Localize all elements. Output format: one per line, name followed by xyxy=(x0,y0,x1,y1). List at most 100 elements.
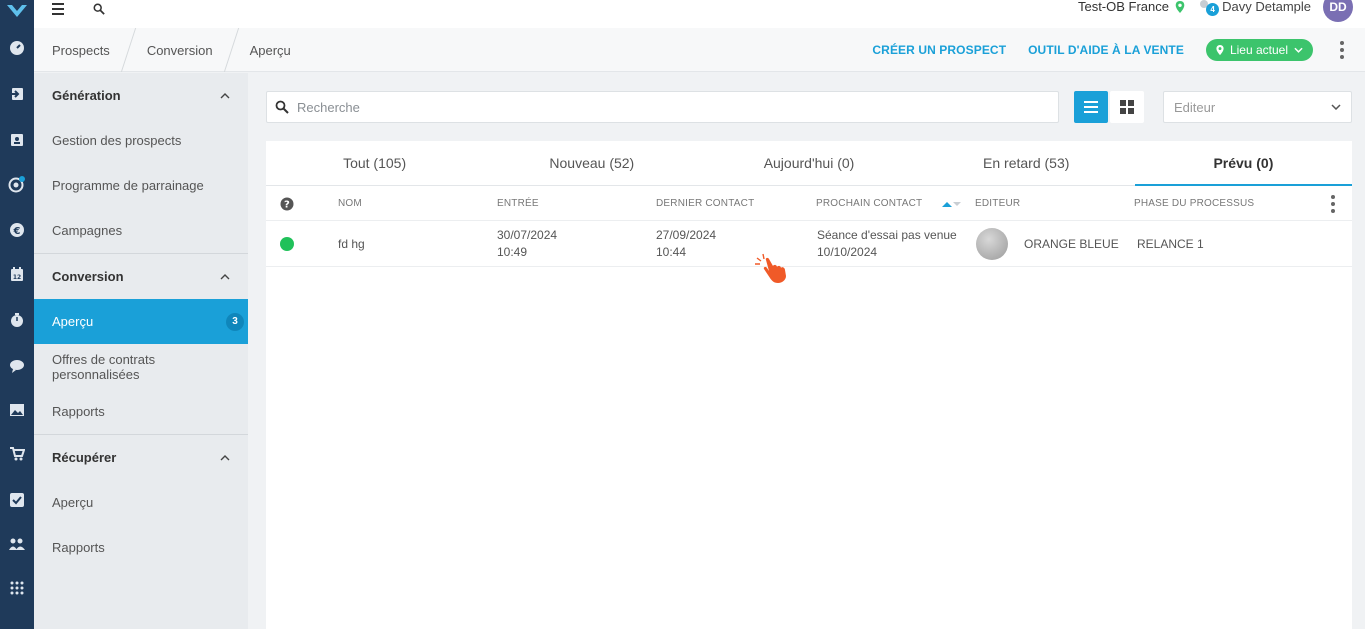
tab-en-retard[interactable]: En retard (53) xyxy=(918,141,1135,185)
breadcrumb-apercu: Aperçu xyxy=(249,42,291,58)
grid-view-button[interactable] xyxy=(1110,91,1144,123)
grid-icon xyxy=(1120,100,1134,114)
prospect-name[interactable]: fd hg xyxy=(338,221,365,267)
grid-dots-icon[interactable] xyxy=(0,576,34,600)
image-icon[interactable] xyxy=(0,398,34,422)
chat-icon[interactable] xyxy=(0,354,34,378)
calendar-icon[interactable]: 12 xyxy=(0,262,34,286)
sidebar-item-offres-contrats[interactable]: Offres de contrats personnalisées xyxy=(34,344,248,389)
chevron-up-icon xyxy=(220,454,230,460)
tab-tout[interactable]: Tout (105) xyxy=(266,141,483,185)
chevron-up-icon xyxy=(220,92,230,98)
editor-filter-placeholder: Editeur xyxy=(1174,99,1216,115)
editor-avatar xyxy=(976,221,1008,267)
login-icon[interactable] xyxy=(0,82,34,106)
help-icon[interactable]: ? xyxy=(280,186,294,221)
sidebar-item-apercu-conversion[interactable]: Aperçu 3 xyxy=(34,299,248,344)
sidebar-group-generation[interactable]: Génération xyxy=(34,73,248,118)
sidebar-group-recuperer[interactable]: Récupérer xyxy=(34,435,248,480)
euro-icon[interactable]: € xyxy=(0,218,34,242)
column-header-nom[interactable]: NOM xyxy=(338,186,362,221)
location-pill[interactable]: Lieu actuel xyxy=(1205,39,1313,61)
table-header: ? NOM ENTRÉE DERNIER CONTACT PROCHAIN CO… xyxy=(266,186,1352,221)
last-contact-time: 10:44 xyxy=(656,245,687,259)
sidebar-group-conversion[interactable]: Conversion xyxy=(34,254,248,299)
breadcrumb: Prospects Conversion Aperçu xyxy=(34,28,309,72)
column-header-phase[interactable]: PHASE DU PROCESSUS xyxy=(1134,186,1254,221)
svg-text:?: ? xyxy=(284,199,290,210)
status-tabs: Tout (105) Nouveau (52) Aujourd'hui (0) … xyxy=(266,141,1353,186)
breadcrumb-conversion[interactable]: Conversion xyxy=(129,28,231,72)
notifications-badge: 4 xyxy=(1206,3,1220,16)
breadcrumb-prospects[interactable]: Prospects xyxy=(34,28,128,72)
contacts-icon[interactable] xyxy=(0,128,34,152)
next-contact: Séance d'essai pas venue 10/10/2024 xyxy=(817,221,957,267)
sidebar-item-label: Programme de parrainage xyxy=(52,178,204,193)
column-header-editeur[interactable]: EDITEUR xyxy=(975,186,1020,221)
notifications-icon[interactable]: 4 xyxy=(1196,0,1220,16)
sidebar-item-label: Offres de contrats personnalisées xyxy=(52,351,156,382)
sidebar-item-label: Aperçu xyxy=(52,314,94,329)
checkbox-icon[interactable] xyxy=(0,488,34,512)
target-icon[interactable] xyxy=(0,172,34,196)
table-row[interactable]: fd hg 30/07/2024 10:49 27/09/2024 10:44 … xyxy=(266,221,1352,267)
prospects-panel: Tout (105) Nouveau (52) Aujourd'hui (0) … xyxy=(266,141,1353,629)
search-icon xyxy=(275,100,289,114)
tab-aujourdhui[interactable]: Aujourd'hui (0) xyxy=(700,141,917,185)
svg-text:€: € xyxy=(13,226,21,237)
map-pin-icon xyxy=(1175,1,1185,13)
sidebar-group-label: Récupérer xyxy=(52,450,117,465)
sidebar-item-rapports-recuperer[interactable]: Rapports xyxy=(34,525,248,570)
sidebar-group-label: Génération xyxy=(52,88,121,103)
column-header-entree[interactable]: ENTRÉE xyxy=(497,186,539,221)
chevron-up-icon xyxy=(220,273,230,279)
sales-tool-button[interactable]: OUTIL D'AIDE À LA VENTE xyxy=(1028,43,1184,57)
click-cursor-icon xyxy=(755,253,786,283)
list-icon xyxy=(1084,101,1098,113)
sidebar-item-gestion-prospects[interactable]: Gestion des prospects xyxy=(34,118,248,163)
editor-filter-select[interactable]: Editeur xyxy=(1163,91,1352,123)
sort-ascending-icon[interactable] xyxy=(942,186,962,221)
entry-datetime: 30/07/2024 10:49 xyxy=(497,221,557,267)
dashboard-icon[interactable] xyxy=(0,36,34,60)
next-contact-title: Séance d'essai pas venue xyxy=(817,228,957,242)
chevron-down-icon xyxy=(1294,47,1303,53)
sidebar-item-label: Aperçu xyxy=(52,495,94,510)
create-prospect-button[interactable]: CRÉER UN PROSPECT xyxy=(872,43,1006,57)
user-name: Davy Detample xyxy=(1222,0,1311,14)
entry-time: 10:49 xyxy=(497,245,528,259)
editor-name: ORANGE BLEUE xyxy=(1024,236,1119,251)
app-rail: € 12 xyxy=(0,0,34,629)
cart-icon[interactable] xyxy=(0,442,34,466)
sidebar-item-campagnes[interactable]: Campagnes xyxy=(34,208,248,253)
sidebar: Génération Gestion des prospects Program… xyxy=(34,73,248,629)
sidebar-item-rapports-conversion[interactable]: Rapports xyxy=(34,389,248,434)
current-location[interactable]: Test-OB France xyxy=(1078,0,1185,14)
sidebar-item-apercu-recuperer[interactable]: Aperçu xyxy=(34,480,248,525)
hamburger-menu-icon[interactable] xyxy=(52,3,70,21)
location-pill-label: Lieu actuel xyxy=(1229,43,1288,57)
header-actions: CRÉER UN PROSPECT OUTIL D'AIDE À LA VENT… xyxy=(872,28,1345,72)
search-box[interactable] xyxy=(266,91,1059,123)
more-options-icon[interactable] xyxy=(1339,41,1345,59)
column-options-icon[interactable] xyxy=(1330,186,1336,221)
sidebar-item-label: Rapports xyxy=(52,404,105,419)
column-header-dernier-contact[interactable]: DERNIER CONTACT xyxy=(656,186,754,221)
logo-icon[interactable] xyxy=(0,0,34,22)
top-bar: Test-OB France 4 Davy Detample DD xyxy=(34,0,1365,28)
tab-prevu[interactable]: Prévu (0) xyxy=(1134,141,1353,186)
search-input[interactable] xyxy=(297,99,997,115)
column-header-prochain-contact[interactable]: PROCHAIN CONTACT xyxy=(816,186,922,221)
next-contact-date: 10/10/2024 xyxy=(817,245,878,259)
list-view-button[interactable] xyxy=(1074,91,1108,123)
users-icon[interactable] xyxy=(0,532,34,556)
user-menu[interactable]: 4 Davy Detample xyxy=(1196,0,1311,16)
search-icon[interactable] xyxy=(92,3,110,21)
entry-date: 30/07/2024 xyxy=(497,228,558,242)
main-content: Editeur Tout (105) Nouveau (52) Aujourd'… xyxy=(248,73,1365,629)
avatar[interactable]: DD xyxy=(1323,0,1353,22)
sidebar-item-parrainage[interactable]: Programme de parrainage xyxy=(34,163,248,208)
tab-nouveau[interactable]: Nouveau (52) xyxy=(483,141,700,185)
chevron-down-icon xyxy=(1331,104,1341,110)
timer-icon[interactable] xyxy=(0,308,34,332)
